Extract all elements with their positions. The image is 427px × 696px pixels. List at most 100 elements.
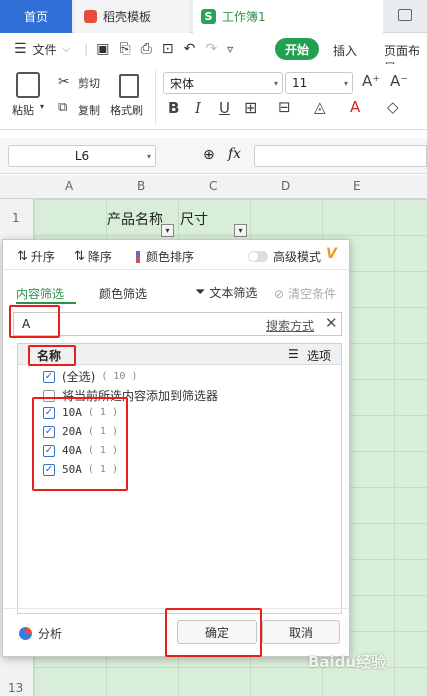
tab-workbook-label: 工作簿1 <box>222 10 266 24</box>
cancel-label: 取消 <box>288 625 313 640</box>
spreadsheet-logo-icon: S <box>201 9 216 24</box>
sort-color-label: 颜色排序 <box>146 250 195 264</box>
export-icon[interactable]: ⎘ <box>119 41 130 57</box>
decrease-font-icon[interactable]: A⁻ <box>390 72 408 90</box>
tab-bar: 首页 稻壳模板 S 工作簿1 <box>0 0 427 33</box>
toggle-knob <box>249 252 258 261</box>
column-header-d[interactable]: D <box>281 179 290 193</box>
color-sort-icon <box>136 250 140 263</box>
tab-home[interactable]: 首页 <box>0 0 72 33</box>
filter-dropdown-button[interactable]: ▾ <box>161 224 174 237</box>
sort-desc-button[interactable]: ⇅ 降序 <box>74 248 112 265</box>
chevron-down-icon: ▾ <box>343 78 348 88</box>
sort-desc-label: 降序 <box>87 250 112 264</box>
vip-icon: V <box>326 246 337 262</box>
border-icon[interactable]: ⊞ <box>244 98 257 117</box>
checkbox-checked-icon[interactable]: ✓ <box>43 370 55 383</box>
list-options-icon[interactable]: ☰ <box>288 347 299 361</box>
print-preview-icon[interactable]: ⊡ <box>162 41 174 57</box>
sort-asc-icon: ⇅ <box>17 249 28 264</box>
font-name-select[interactable]: 宋体 ▾ <box>163 72 283 94</box>
active-tab-indicator <box>16 302 76 304</box>
column-header-c[interactable]: C <box>209 179 217 193</box>
search-mode-link[interactable]: 搜索方式 <box>266 317 314 334</box>
row-header-1[interactable]: 1 <box>12 211 20 225</box>
filter-search-box[interactable]: A 搜索方式 ✕ <box>13 312 342 336</box>
highlight-box <box>9 305 60 338</box>
screen-cast-icon[interactable] <box>398 9 412 21</box>
tab-daoke-templates[interactable]: 稻壳模板 <box>74 0 190 33</box>
paste-icon[interactable] <box>16 72 40 98</box>
copy-label[interactable]: 复制 <box>78 102 100 118</box>
save-icon[interactable]: ▣ <box>96 41 109 57</box>
divider: | <box>84 42 89 56</box>
print-icon[interactable]: ⎙ <box>141 41 152 57</box>
clear-conditions-button[interactable]: ⊘ 清空条件 <box>274 285 336 302</box>
menu-file[interactable]: 文件 <box>33 41 57 58</box>
chevron-down-icon[interactable]: ▾ <box>40 102 44 111</box>
clear-filter-icon: ⊘ <box>274 286 285 301</box>
filter-dialog: ⇅ 升序 ⇅ 降序 颜色排序 高级模式 V 内容筛选 颜色筛选 ⏷ 文本筛选 ⊘… <box>2 239 350 657</box>
cell-reference: L6 <box>74 149 90 163</box>
pie-chart-icon <box>19 627 32 640</box>
cell-c1[interactable]: 尺寸 <box>180 209 208 229</box>
copy-icon[interactable]: ⧉ <box>58 100 67 115</box>
divider <box>155 70 156 124</box>
bold-icon[interactable]: B <box>168 99 179 117</box>
list-item-select-all[interactable]: ✓ (全选) ( 10 ) <box>43 368 138 385</box>
divider <box>3 269 349 270</box>
daoke-logo-icon <box>84 10 97 23</box>
more-icon[interactable]: ▿ <box>227 42 233 56</box>
filter-dropdown-button[interactable]: ▾ <box>234 224 247 237</box>
cut-label[interactable]: 剪切 <box>78 75 100 91</box>
chevron-down-icon: ▾ <box>146 151 151 161</box>
column-header-e[interactable]: E <box>353 179 361 193</box>
redo-icon[interactable]: ↷ <box>205 41 217 57</box>
fill-color-icon[interactable]: ◬ <box>314 98 326 116</box>
tab-workbook[interactable]: S 工作簿1 <box>193 0 383 33</box>
analysis-button[interactable]: 分析 <box>19 625 62 642</box>
highlight-box <box>165 608 262 657</box>
tab-color-filter[interactable]: 颜色筛选 <box>99 285 147 302</box>
eraser-icon[interactable]: ◇ <box>387 98 399 116</box>
chevron-down-icon[interactable]: ⌵ <box>63 44 71 55</box>
sort-desc-icon: ⇅ <box>74 249 85 264</box>
font-name-value: 宋体 <box>170 76 195 91</box>
close-icon[interactable]: ✕ <box>325 314 338 332</box>
sort-color-button[interactable]: 颜色排序 <box>136 248 194 265</box>
font-size-value: 11 <box>292 76 308 90</box>
advanced-mode-toggle[interactable] <box>248 251 268 262</box>
fx-icon[interactable]: fx <box>228 146 241 162</box>
row-header-13[interactable]: 13 <box>8 681 23 695</box>
increase-font-icon[interactable]: A⁺ <box>362 72 380 90</box>
font-size-select[interactable]: 11 ▾ <box>285 72 353 94</box>
cancel-button[interactable]: 取消 <box>262 620 340 644</box>
menu-start[interactable]: 开始 <box>275 38 319 60</box>
text-filter-button[interactable]: ⏷ 文本筛选 <box>195 284 257 301</box>
format-painter-label[interactable]: 格式刷 <box>110 102 143 118</box>
text-filter-label: 文本筛选 <box>209 286 258 300</box>
undo-icon[interactable]: ↶ <box>184 41 196 57</box>
formula-input[interactable] <box>254 145 427 167</box>
paste-label[interactable]: 粘贴 <box>12 102 34 118</box>
name-box[interactable]: L6 ▾ <box>8 145 156 167</box>
hamburger-icon[interactable]: ☰ <box>14 41 27 57</box>
cell-b1[interactable]: 产品名称 <box>107 209 163 229</box>
formula-bar: L6 ▾ ⊕ fx <box>0 138 427 174</box>
underline-icon[interactable]: U <box>219 99 230 117</box>
scissors-icon[interactable]: ✂ <box>58 74 70 90</box>
tab-content-filter[interactable]: 内容筛选 <box>16 285 64 302</box>
sort-asc-button[interactable]: ⇅ 升序 <box>17 248 55 265</box>
merge-icon[interactable]: ⊟ <box>278 98 291 116</box>
column-header-a[interactable]: A <box>65 179 73 193</box>
italic-icon[interactable]: I <box>195 99 201 117</box>
list-options-label[interactable]: 选项 <box>307 347 331 364</box>
column-header-b[interactable]: B <box>137 179 145 193</box>
format-painter-icon[interactable] <box>119 74 139 98</box>
font-color-icon[interactable]: A <box>350 98 360 116</box>
ribbon: 粘贴 ▾ ✂ 剪切 ⧉ 复制 格式刷 宋体 ▾ 11 ▾ A⁺ A⁻ B I U… <box>0 64 427 130</box>
advanced-mode-label[interactable]: 高级模式 <box>273 248 321 265</box>
zoom-search-icon[interactable]: ⊕ <box>203 147 215 163</box>
menu-insert[interactable]: 插入 <box>333 42 357 59</box>
column-headers: A B C D E <box>0 175 427 199</box>
